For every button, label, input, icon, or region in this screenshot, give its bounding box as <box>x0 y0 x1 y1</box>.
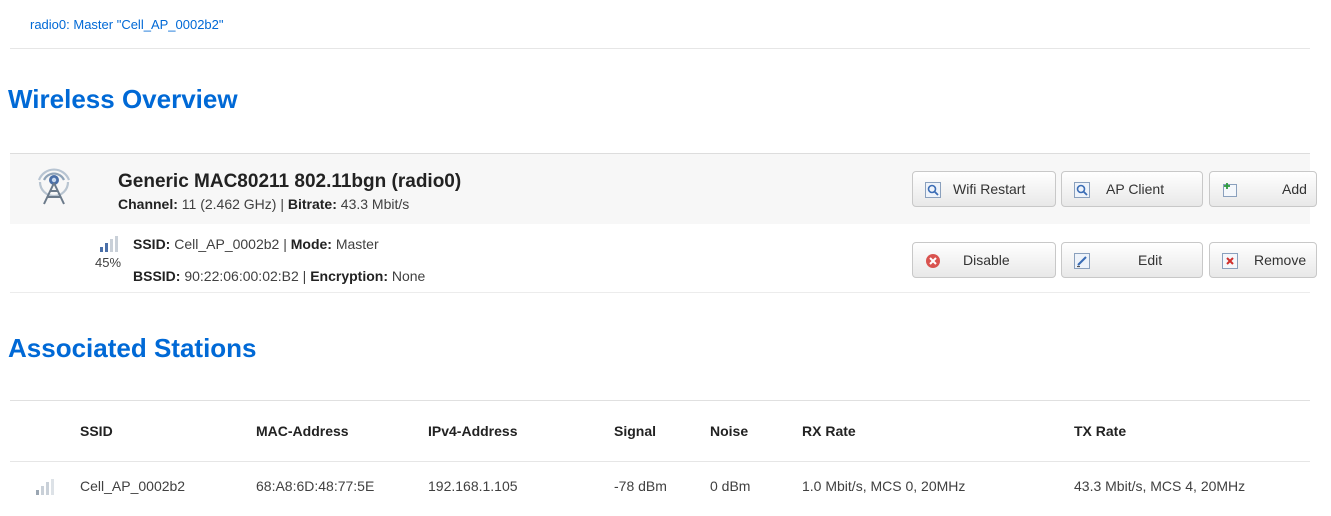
station-signal-cell <box>10 462 80 511</box>
radio-tab-link[interactable]: radio0: Master "Cell_AP_0002b2" <box>30 17 224 32</box>
disable-button[interactable]: Disable <box>912 242 1056 278</box>
radio-device-title: Generic MAC80211 802.11bgn (radio0) <box>118 171 462 192</box>
station-tx-rate: 43.3 Mbit/s, MCS 4, 20MHz <box>1074 478 1246 494</box>
header-signal-icon-cell <box>10 400 80 462</box>
station-ipv4: 192.168.1.105 <box>428 478 518 494</box>
remove-icon <box>1222 253 1238 269</box>
signal-percent: 45% <box>95 255 122 270</box>
encryption-label: Encryption: <box>310 268 388 284</box>
wireless-overview-heading: Wireless Overview <box>8 84 238 114</box>
signal-strength-icon <box>36 478 54 495</box>
table-row: Cell_AP_0002b2 68:A8:6D:48:77:5E 192.168… <box>10 462 1310 511</box>
network-ssid-mode: SSID: Cell_AP_0002b2 | Mode: Master <box>133 236 379 252</box>
wifi-restart-button[interactable]: Wifi Restart <box>912 171 1056 207</box>
station-ssid: Cell_AP_0002b2 <box>80 478 186 494</box>
remove-button[interactable]: Remove <box>1209 242 1317 278</box>
tab-divider <box>10 48 1310 49</box>
search-icon <box>925 182 941 198</box>
edit-button[interactable]: Edit <box>1061 242 1203 278</box>
encryption-value: None <box>387 268 426 284</box>
station-rx-rate: 1.0 Mbit/s, MCS 0, 20MHz <box>802 478 966 494</box>
edit-label: Edit <box>1138 252 1163 268</box>
disable-icon <box>926 254 940 268</box>
ssid-value: Cell_AP_0002b2 | <box>170 236 291 252</box>
header-tx-rate: TX Rate <box>1074 400 1310 462</box>
network-row: 45% SSID: Cell_AP_0002b2 | Mode: Master … <box>10 224 1317 293</box>
remove-label: Remove <box>1254 252 1307 268</box>
network-bssid-encryption: BSSID: 90:22:06:00:02:B2 | Encryption: N… <box>133 268 425 284</box>
bitrate-value: 43.3 Mbit/s <box>336 196 410 212</box>
add-label: Add <box>1282 181 1307 197</box>
header-ssid: SSID <box>80 400 256 462</box>
header-signal: Signal <box>614 400 710 462</box>
channel-value: 11 (2.462 GHz) | <box>177 196 288 212</box>
radio-device-row: Generic MAC80211 802.11bgn (radio0) Chan… <box>10 153 1317 225</box>
radio-device-details: Channel: 11 (2.462 GHz) | Bitrate: 43.3 … <box>118 196 409 212</box>
station-signal: -78 dBm <box>614 478 667 494</box>
wifi-restart-label: Wifi Restart <box>953 181 1026 197</box>
mode-value: Master <box>331 236 379 252</box>
add-icon <box>1223 183 1237 197</box>
wireless-antenna-icon <box>37 168 71 205</box>
ssid-label: SSID: <box>133 236 171 252</box>
add-network-button[interactable]: Add <box>1209 171 1317 207</box>
edit-icon <box>1074 253 1090 269</box>
disable-label: Disable <box>963 252 1010 268</box>
mode-label: Mode: <box>290 236 332 252</box>
header-rx-rate: RX Rate <box>802 400 1074 462</box>
ap-client-label: AP Client <box>1106 181 1165 197</box>
associated-stations-table: SSID MAC-Address IPv4-Address Signal Noi… <box>10 400 1310 510</box>
header-mac-address: MAC-Address <box>256 400 428 462</box>
header-noise: Noise <box>710 400 802 462</box>
bssid-label: BSSID: <box>133 268 181 284</box>
channel-label: Channel: <box>118 196 178 212</box>
header-ipv4-address: IPv4-Address <box>428 400 614 462</box>
station-noise: 0 dBm <box>710 478 751 494</box>
bssid-value: 90:22:06:00:02:B2 | <box>180 268 311 284</box>
ap-client-button[interactable]: AP Client <box>1061 171 1203 207</box>
associated-stations-heading: Associated Stations <box>8 333 257 363</box>
signal-strength-icon <box>100 236 118 252</box>
bitrate-label: Bitrate: <box>287 196 337 212</box>
station-mac: 68:A8:6D:48:77:5E <box>256 478 375 494</box>
table-header-row: SSID MAC-Address IPv4-Address Signal Noi… <box>10 400 1310 462</box>
search-icon <box>1074 182 1090 198</box>
